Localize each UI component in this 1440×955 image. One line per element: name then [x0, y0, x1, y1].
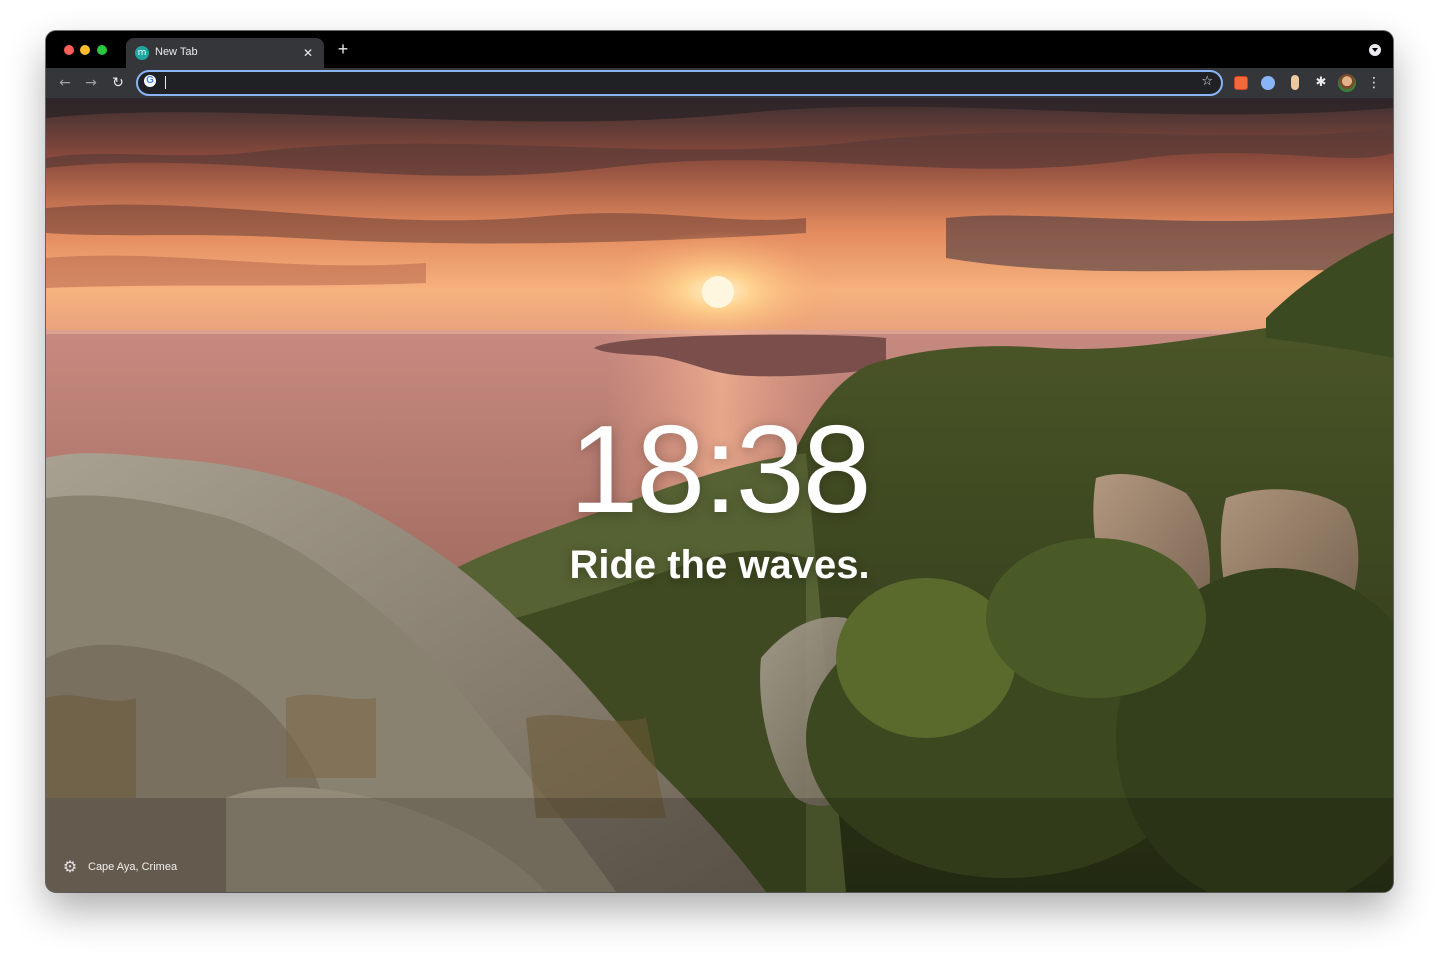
star-icon[interactable]: ☆: [1201, 74, 1213, 90]
new-tab-page: 18:38 Ride the waves. ⚙ Cape Aya, Crimea: [46, 98, 1393, 892]
reload-icon[interactable]: ↻: [108, 73, 128, 93]
photo-location[interactable]: Cape Aya, Crimea: [88, 861, 177, 873]
mantra-text: Ride the waves.: [569, 543, 870, 587]
puzzle-icon[interactable]: ✱: [1314, 76, 1328, 90]
back-arrow-icon[interactable]: ←: [55, 73, 75, 93]
plus-icon[interactable]: +: [334, 40, 352, 58]
more-menu-icon[interactable]: ⋮: [1366, 73, 1382, 93]
extension-icon[interactable]: [1234, 76, 1248, 90]
gear-icon[interactable]: ⚙: [62, 859, 78, 875]
address-bar[interactable]: G ☆: [136, 70, 1223, 96]
google-icon: G: [144, 75, 156, 87]
forward-arrow-icon[interactable]: →: [81, 73, 101, 93]
extension-icon[interactable]: [1261, 76, 1275, 90]
traffic-minimize-button[interactable]: [80, 45, 90, 55]
tab-title: New Tab: [155, 46, 198, 58]
avatar[interactable]: [1338, 74, 1356, 92]
address-input[interactable]: [164, 74, 1174, 90]
traffic-maximize-button[interactable]: [97, 45, 107, 55]
browser-window: m New Tab ✕ + ← → ↻ G ☆ ✱ ⋮ 18:38 Ride t…: [46, 31, 1393, 892]
text-caret: [165, 76, 166, 89]
tab-search-icon[interactable]: [1369, 44, 1381, 56]
clock-time: 18:38: [569, 401, 871, 539]
extension-icon[interactable]: [1291, 75, 1299, 90]
toolbar: ← → ↻ G ☆ ✱ ⋮: [46, 68, 1393, 98]
tab-new-tab[interactable]: m New Tab ✕: [126, 38, 324, 68]
traffic-close-button[interactable]: [64, 45, 74, 55]
close-icon[interactable]: ✕: [300, 45, 316, 61]
tab-favicon-icon: m: [135, 46, 149, 60]
tab-strip: m New Tab ✕ +: [46, 31, 1393, 68]
